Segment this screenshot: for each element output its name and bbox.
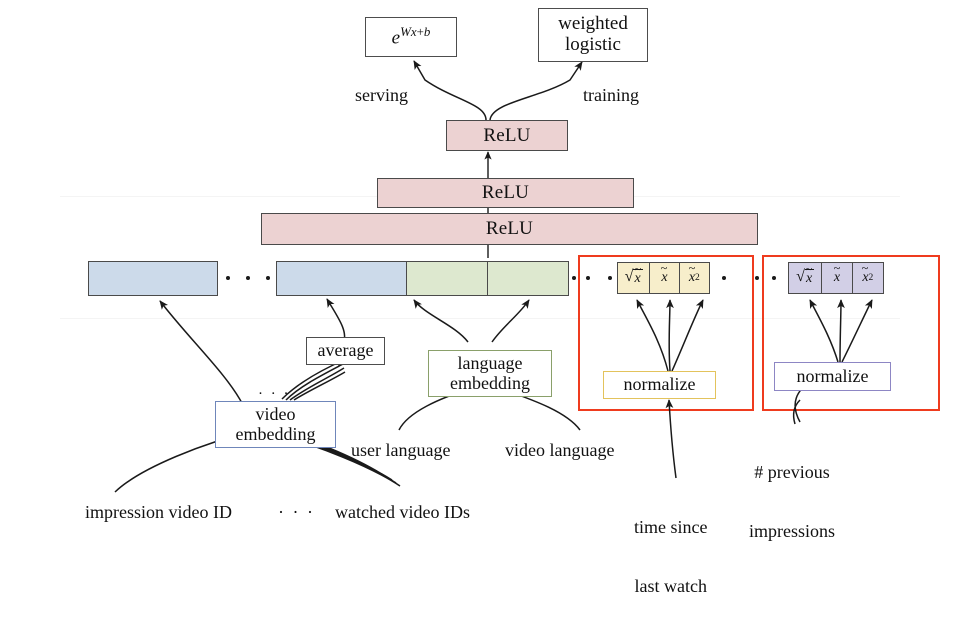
- video-language-caption: video language: [505, 440, 615, 460]
- impressions-feature-cell-squared: x2: [852, 263, 883, 293]
- language-embedding-line2: embedding: [450, 372, 530, 393]
- diagram-canvas: eWx+b weighted logistic serving training…: [0, 0, 960, 596]
- average-box: average: [306, 337, 385, 365]
- impressions-feature-cells: √x x x2: [788, 262, 884, 294]
- time-since-last-watch-caption: time since last watch: [634, 478, 707, 636]
- impressions-caption-line1: # previous: [754, 461, 830, 482]
- input-segment-video-language-embedding: [487, 261, 569, 296]
- time-feature-cell-sqrt: √x: [618, 263, 651, 293]
- relu-top-label: ReLU: [483, 124, 531, 146]
- impressions-caption-line2: impressions: [749, 520, 836, 541]
- time-caption-line1: time since: [634, 516, 708, 537]
- serving-output-box: eWx+b: [365, 17, 457, 57]
- time-feature-cell-squared: x2: [679, 263, 709, 293]
- language-embedding-line1: language: [457, 353, 523, 374]
- video-id-ellipsis: · · ·: [278, 502, 315, 522]
- relu-layer-middle: ReLU: [377, 178, 634, 208]
- training-output-box: weighted logistic: [538, 8, 648, 62]
- input-segment-user-language-embedding: [406, 261, 488, 296]
- video-embedding-box: video embedding: [215, 401, 336, 448]
- relu-bottom-label: ReLU: [485, 218, 534, 239]
- training-edge-label: training: [583, 85, 639, 105]
- serving-output-formula: eWx+b: [391, 24, 431, 49]
- serving-edge-label: serving: [355, 85, 408, 105]
- input-segment-watched-video-embedding: [276, 261, 407, 296]
- time-feature-cell-linear: x: [650, 263, 680, 293]
- separator-dot-right: [755, 276, 759, 280]
- separator-dot-left: [572, 276, 576, 280]
- time-caption-line2: last watch: [634, 575, 707, 596]
- impressions-feature-cell-linear: x: [822, 263, 853, 293]
- impressions-feature-cell-sqrt: √x: [789, 263, 823, 293]
- video-embedding-line1: video: [255, 404, 296, 425]
- normalize-impressions-label: normalize: [796, 365, 869, 386]
- language-embedding-box: language embedding: [428, 350, 552, 397]
- group2-leading-dot: [772, 276, 776, 280]
- embedding-ellipsis-dots: [226, 276, 270, 280]
- time-feature-cells: √x x x2: [617, 262, 710, 294]
- group1-trailing-dot: [722, 276, 726, 280]
- training-output-line1: weighted: [558, 13, 628, 35]
- impression-video-id-caption: impression video ID: [85, 502, 232, 522]
- user-language-caption: user language: [351, 440, 451, 460]
- relu-layer-bottom: ReLU: [261, 213, 758, 245]
- normalize-time-label: normalize: [623, 374, 696, 395]
- video-embedding-line2: embedding: [235, 423, 316, 444]
- normalize-box-impressions: normalize: [774, 362, 891, 391]
- normalize-box-time: normalize: [603, 371, 716, 399]
- relu-layer-top: ReLU: [446, 120, 568, 151]
- training-output-line2: logistic: [565, 34, 621, 55]
- average-label: average: [317, 340, 374, 361]
- input-segment-impression-video-embedding: [88, 261, 218, 296]
- group1-leading-dots: [586, 276, 612, 280]
- watched-video-ids-caption: watched video IDs: [335, 502, 470, 522]
- previous-impressions-caption: # previous impressions: [749, 423, 835, 581]
- relu-middle-label: ReLU: [481, 182, 530, 203]
